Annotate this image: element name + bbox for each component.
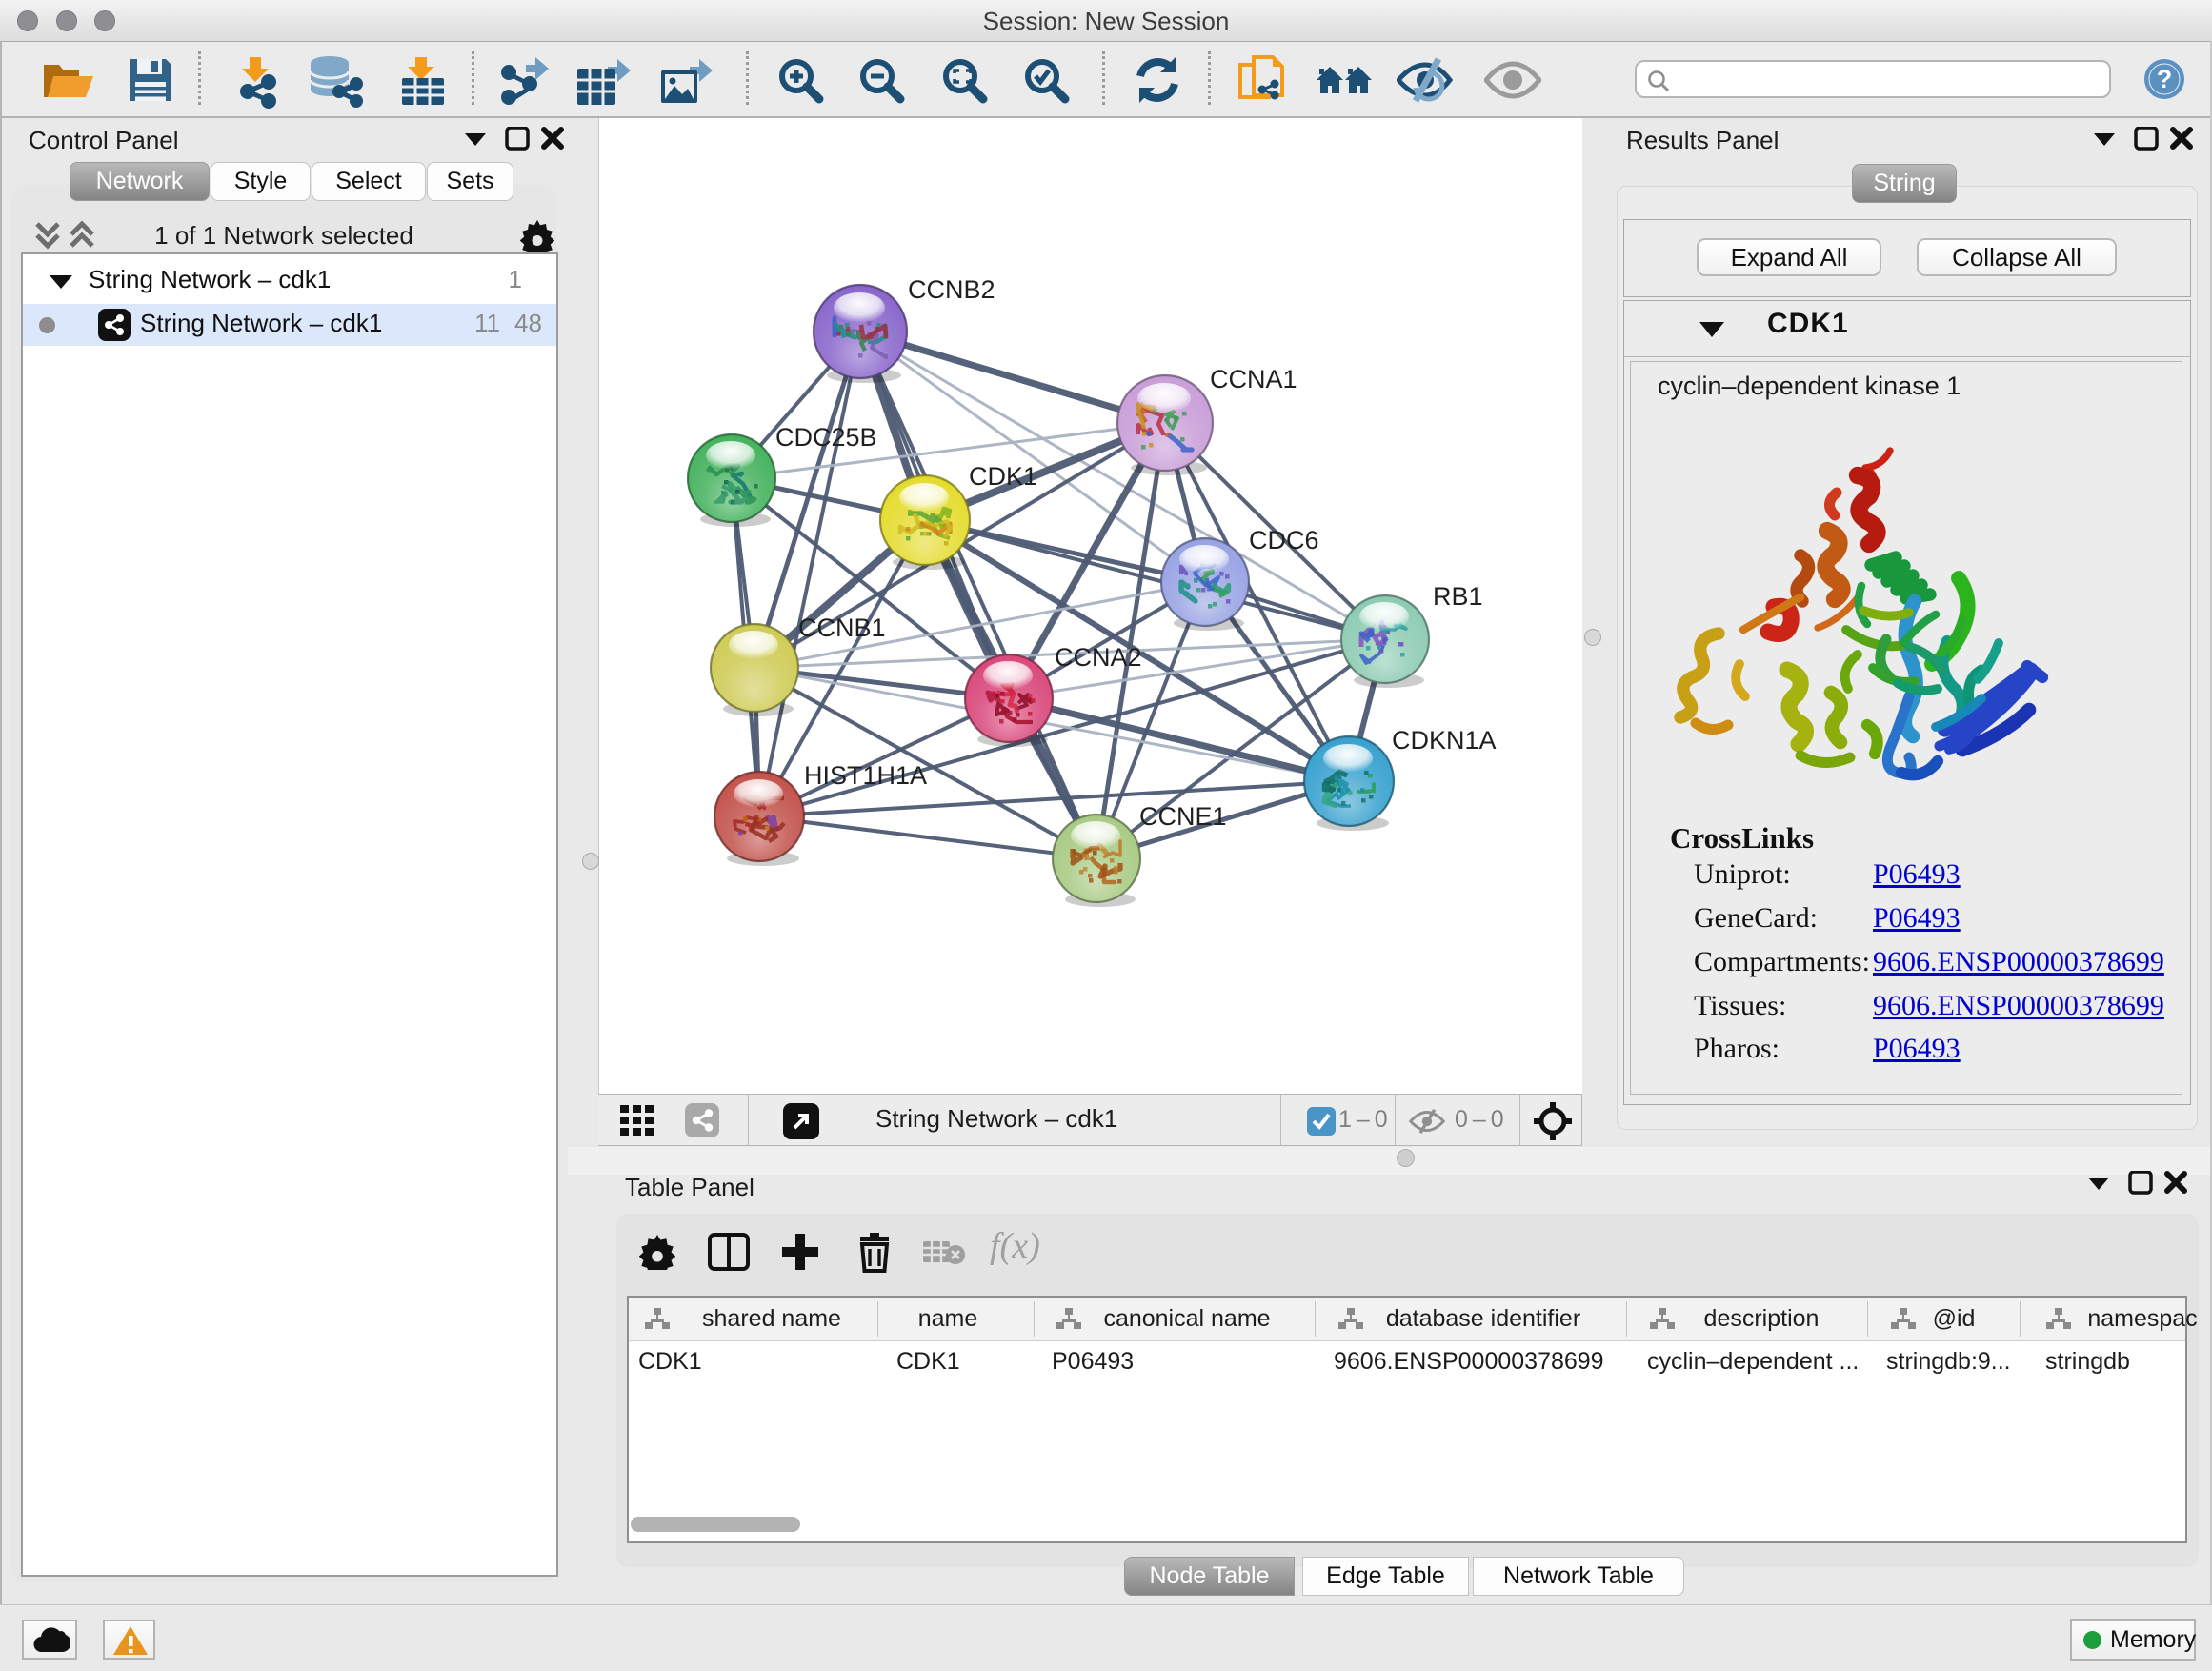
svg-text:CDC6: CDC6 [1249, 526, 1319, 554]
svg-text:CCNB1: CCNB1 [798, 614, 886, 642]
svg-text:?: ? [2157, 65, 2173, 93]
svg-text:CDKN1A: CDKN1A [1392, 726, 1497, 755]
svg-text:CDK1: CDK1 [969, 462, 1037, 491]
svg-text:HIST1H1A: HIST1H1A [804, 761, 927, 790]
svg-text:CCNA1: CCNA1 [1210, 365, 1297, 393]
svg-text:RB1: RB1 [1433, 582, 1483, 611]
svg-text:CCNB2: CCNB2 [908, 275, 995, 304]
svg-text:CCNA2: CCNA2 [1055, 643, 1142, 672]
svg-text:CCNE1: CCNE1 [1139, 802, 1227, 831]
svg-text:CDC25B: CDC25B [775, 423, 877, 452]
